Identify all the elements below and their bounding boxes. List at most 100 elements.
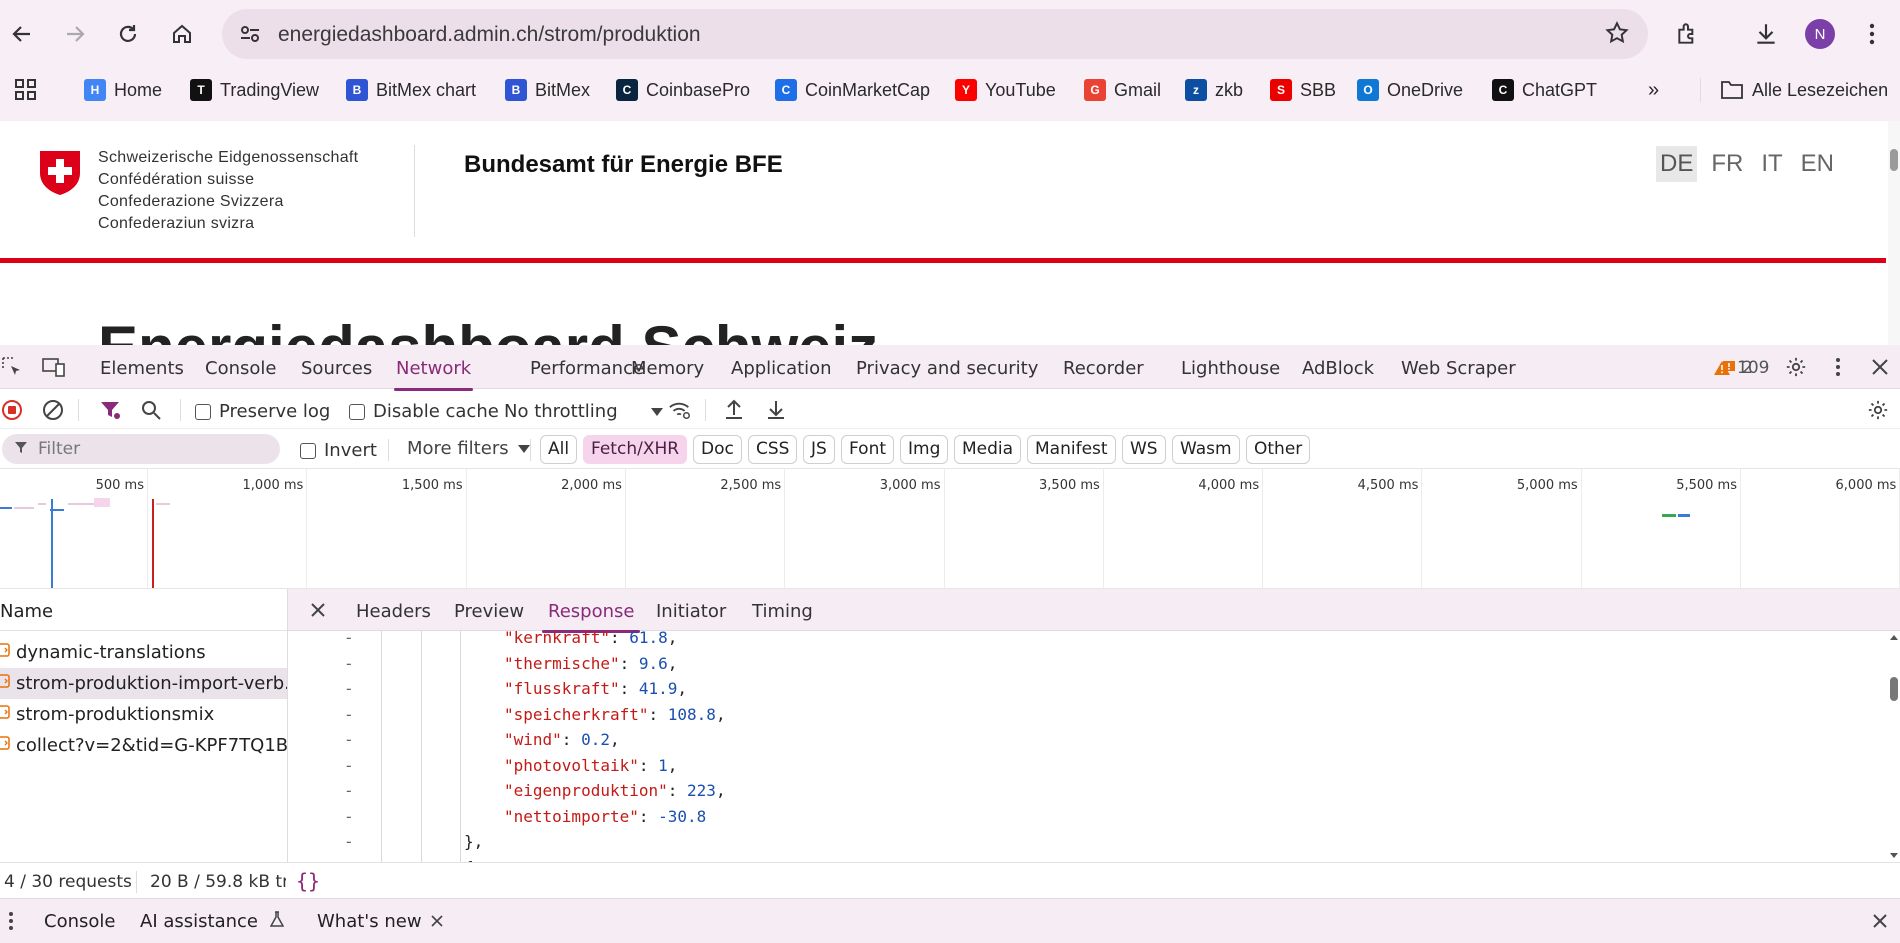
drawer-tab-console[interactable]: Console <box>44 911 115 932</box>
tab-elements[interactable]: Elements <box>100 358 184 379</box>
clear-icon[interactable] <box>41 398 65 422</box>
bookmark-tradingview[interactable]: T TradingView <box>190 76 319 104</box>
tab-performance[interactable]: Performance <box>530 358 644 379</box>
export-har-icon[interactable] <box>764 398 788 422</box>
all-bookmarks-button[interactable]: Alle Lesezeichen <box>1720 76 1888 104</box>
inspect-element-icon[interactable] <box>0 355 24 379</box>
disable-cache-checkbox[interactable]: Disable cache <box>349 401 499 422</box>
filter-chip-img[interactable]: Img <box>900 435 949 464</box>
tab-network[interactable]: Network <box>393 358 474 391</box>
response-scrollbar[interactable] <box>1888 631 1900 862</box>
detail-tab-initiator[interactable]: Initiator <box>656 601 726 622</box>
filter-chip-css[interactable]: CSS <box>748 435 798 464</box>
back-button[interactable] <box>2 14 42 54</box>
devtools-menu-icon[interactable] <box>1826 355 1850 379</box>
tab-memory[interactable]: Memory <box>631 358 704 379</box>
close-devtools-icon[interactable] <box>1868 355 1892 379</box>
detail-tab-preview[interactable]: Preview <box>454 601 524 622</box>
tab-lighthouse[interactable]: Lighthouse <box>1181 358 1280 379</box>
home-button[interactable] <box>162 14 202 54</box>
detail-tab-timing[interactable]: Timing <box>752 601 813 622</box>
response-viewer[interactable]: - "kernkraft": 61.8, - "thermische": 9.6, - "… <box>288 631 1888 862</box>
address-bar[interactable]: energiedashboard.admin.ch/strom/produkti… <box>222 9 1648 59</box>
site-settings-icon[interactable] <box>238 22 262 51</box>
filter-input[interactable]: Filter <box>2 434 280 464</box>
profile-button[interactable]: N <box>1800 14 1840 54</box>
search-icon[interactable] <box>139 398 163 422</box>
filter-chip-manifest[interactable]: Manifest <box>1027 435 1116 464</box>
pretty-print-button[interactable]: {} <box>296 869 320 893</box>
bookmark-bitmex[interactable]: B BitMex <box>505 76 590 104</box>
more-filters-dropdown[interactable]: More filters <box>407 438 531 459</box>
downloads-button[interactable] <box>1746 14 1786 54</box>
drawer-tab-ai-assistance[interactable]: AI assistance <box>140 911 284 932</box>
request-row[interactable]: collect?v=2&tid=G-KPF7TQ1B... <box>0 730 287 761</box>
filter-chip-doc[interactable]: Doc <box>693 435 742 464</box>
filter-chip-all[interactable]: All <box>540 435 578 464</box>
close-details-icon[interactable] <box>306 598 330 622</box>
tab-recorder[interactable]: Recorder <box>1063 358 1144 379</box>
bookmark-gmail[interactable]: G Gmail <box>1084 76 1161 104</box>
checkbox-box[interactable] <box>349 403 365 420</box>
issues-count-badge[interactable]: 2 <box>1722 358 1753 378</box>
reload-button[interactable] <box>108 14 148 54</box>
import-har-icon[interactable] <box>722 398 746 422</box>
close-drawer-icon[interactable] <box>1872 913 1888 933</box>
swiss-coat-of-arms-icon[interactable] <box>38 149 82 197</box>
forward-button[interactable] <box>55 14 95 54</box>
preserve-log-checkbox[interactable]: Preserve log <box>195 401 330 422</box>
more-bookmarks-icon[interactable]: » <box>1648 76 1659 104</box>
request-row[interactable]: dynamic-translations <box>0 637 287 668</box>
browser-menu-button[interactable] <box>1852 14 1892 54</box>
lang-en[interactable]: EN <box>1797 146 1838 182</box>
filter-toggle-icon[interactable] <box>98 398 122 422</box>
filter-chip-font[interactable]: Font <box>841 435 895 464</box>
checkbox-box[interactable] <box>300 442 316 459</box>
url-text[interactable]: energiedashboard.admin.ch/strom/produkti… <box>278 23 701 47</box>
network-settings-icon[interactable] <box>1866 398 1890 422</box>
extensions-button[interactable] <box>1668 14 1708 54</box>
invert-checkbox[interactable]: Invert <box>300 440 377 461</box>
device-toolbar-icon[interactable] <box>42 355 66 379</box>
request-row[interactable]: strom-produktion-import-verb... <box>0 668 287 699</box>
tab-console[interactable]: Console <box>205 358 276 379</box>
bookmark-home[interactable]: H Home <box>84 76 162 104</box>
request-row[interactable]: strom-produktionsmix <box>0 699 287 730</box>
drawer-menu-icon[interactable] <box>8 911 14 935</box>
lang-it[interactable]: IT <box>1757 146 1786 182</box>
bookmark-zkb[interactable]: z zkb <box>1185 76 1243 104</box>
filter-chip-fetch-xhr[interactable]: Fetch/XHR <box>583 435 688 464</box>
bookmark-star-icon[interactable] <box>1604 20 1630 51</box>
tab-web-scraper[interactable]: Web Scraper <box>1401 358 1516 379</box>
filter-chip-ws[interactable]: WS <box>1122 435 1166 464</box>
bookmark-chatgpt[interactable]: C ChatGPT <box>1492 76 1597 104</box>
tab-sources[interactable]: Sources <box>301 358 372 379</box>
devtools-settings-icon[interactable] <box>1784 355 1808 379</box>
network-conditions-icon[interactable] <box>668 398 692 422</box>
lang-de[interactable]: DE <box>1656 146 1698 182</box>
apps-icon[interactable] <box>14 76 38 104</box>
checkbox-box[interactable] <box>195 403 211 420</box>
filter-chip-other[interactable]: Other <box>1246 435 1311 464</box>
filter-chip-wasm[interactable]: Wasm <box>1172 435 1240 464</box>
throttling-select[interactable]: No throttling <box>504 401 664 422</box>
bookmark-sbb[interactable]: S SBB <box>1270 76 1336 104</box>
tab-application[interactable]: Application <box>731 358 832 379</box>
drawer-tab-whats-new[interactable]: What's new <box>317 911 443 932</box>
detail-tab-headers[interactable]: Headers <box>356 601 431 622</box>
bookmark-bitmex-chart[interactable]: B BitMex chart <box>346 76 476 104</box>
tab-adblock[interactable]: AdBlock <box>1302 358 1374 379</box>
tab-privacy-and-security[interactable]: Privacy and security <box>856 358 1038 379</box>
bookmark-onedrive[interactable]: O OneDrive <box>1357 76 1463 104</box>
response-scrollbar-thumb[interactable] <box>1890 677 1898 701</box>
page-scrollbar[interactable] <box>1888 121 1900 345</box>
network-overview-timeline[interactable]: 500 ms 1,000 ms 1,500 ms 2,000 ms 2,500 ms 3,… <box>0 469 1900 589</box>
filter-chip-media[interactable]: Media <box>954 435 1022 464</box>
name-column-header[interactable]: Name <box>0 589 287 631</box>
filter-chip-js[interactable]: JS <box>803 435 835 464</box>
stop-recording-icon[interactable] <box>0 398 24 422</box>
bookmark-coinbasepro[interactable]: C CoinbasePro <box>616 76 750 104</box>
lang-fr[interactable]: FR <box>1707 146 1747 182</box>
page-scrollbar-thumb[interactable] <box>1890 149 1898 171</box>
detail-tab-response[interactable]: Response <box>541 601 641 633</box>
